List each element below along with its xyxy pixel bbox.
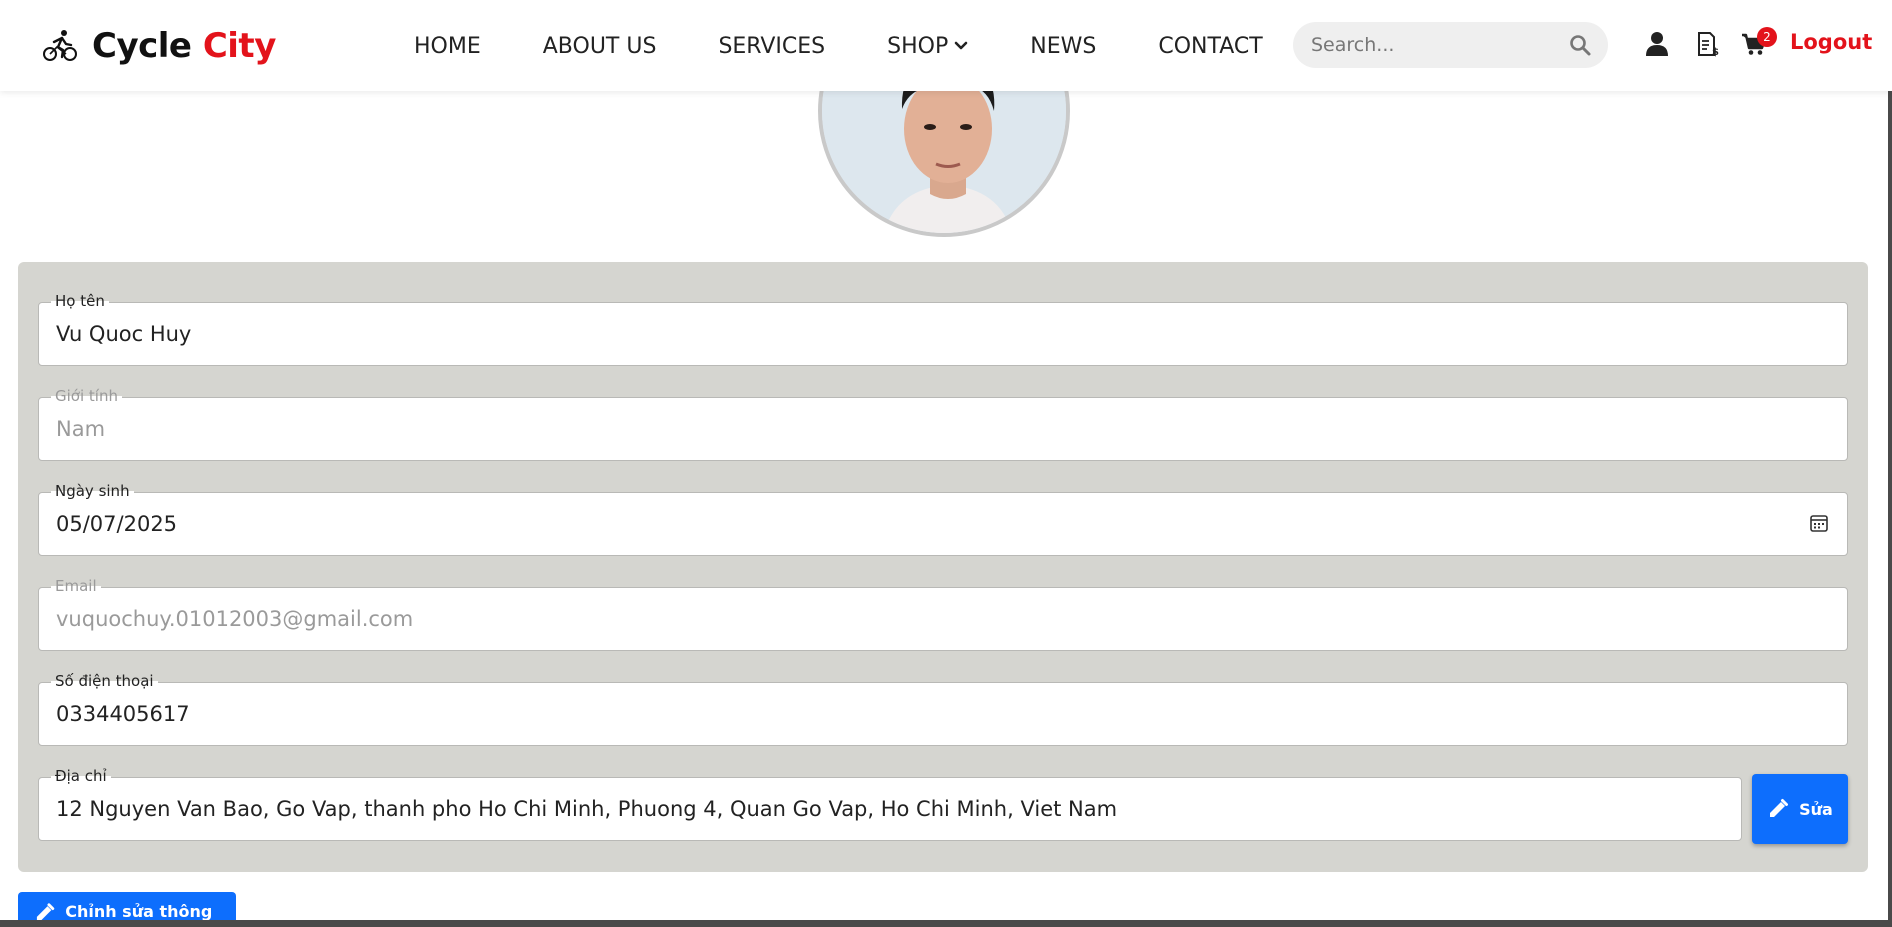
search-input[interactable]: [1311, 22, 1561, 68]
address-value: 12 Nguyen Van Bao, Go Vap, thanh pho Ho …: [56, 797, 1118, 821]
profile-form: Họ tên Vu Quoc Huy Giới tính Nam Ngày si…: [18, 262, 1868, 872]
nav-services[interactable]: SERVICES: [718, 34, 825, 59]
nav-about-us[interactable]: ABOUT US: [543, 34, 657, 59]
window-bottom-border: [0, 920, 1892, 927]
logout-link[interactable]: Logout: [1790, 30, 1872, 54]
calendar-icon[interactable]: [1809, 513, 1829, 533]
logo-word-cycle: Cycle: [92, 26, 192, 66]
edit-address-label: Sửa: [1799, 799, 1833, 819]
full-name-value: Vu Quoc Huy: [56, 322, 192, 346]
site-logo[interactable]: Cycle City: [42, 24, 276, 68]
nav-home[interactable]: HOME: [414, 34, 481, 59]
chevron-down-icon: [954, 41, 968, 50]
birthdate-value: 05/07/2025: [56, 512, 178, 536]
gender-field: Giới tính Nam: [38, 387, 1848, 461]
logo-text: Cycle City: [92, 26, 276, 66]
orders-button[interactable]: $: [1692, 28, 1724, 60]
search-icon[interactable]: [1568, 33, 1592, 57]
user-account-button[interactable]: [1641, 28, 1673, 60]
nav-contact[interactable]: CONTACT: [1158, 34, 1262, 59]
main-nav: HOME ABOUT US SERVICES SHOP NEWS CONTACT: [414, 28, 1263, 64]
page: Cycle City HOME ABOUT US SERVICES SHOP N…: [0, 0, 1892, 927]
email-value: vuquochuy.01012003@gmail.com: [56, 607, 414, 631]
birthdate-field[interactable]: Ngày sinh 05/07/2025: [38, 482, 1848, 556]
cyclist-icon: [43, 30, 77, 61]
gender-value: Nam: [56, 417, 106, 441]
edit-address-button[interactable]: Sửa: [1752, 774, 1848, 844]
window-right-border: [1888, 0, 1892, 927]
email-field: Email vuquochuy.01012003@gmail.com: [38, 577, 1848, 651]
nav-news[interactable]: NEWS: [1030, 34, 1096, 59]
full-name-field[interactable]: Họ tên Vu Quoc Huy: [38, 292, 1848, 366]
phone-value: 0334405617: [56, 702, 190, 726]
svg-text:$: $: [1712, 47, 1719, 57]
nav-shop-label: SHOP: [887, 33, 949, 59]
logo-word-city: City: [202, 26, 277, 66]
nav-shop[interactable]: SHOP: [887, 34, 968, 59]
user-icon: [1646, 32, 1668, 56]
address-field[interactable]: Địa chỉ 12 Nguyen Van Bao, Go Vap, thanh…: [38, 767, 1742, 841]
cart-count-badge: 2: [1757, 27, 1777, 47]
top-navbar: Cycle City HOME ABOUT US SERVICES SHOP N…: [0, 0, 1892, 91]
search-box: [1293, 22, 1608, 68]
phone-field[interactable]: Số điện thoại 0334405617: [38, 672, 1848, 746]
pencil-icon: [1770, 799, 1789, 817]
invoice-icon: $: [1698, 32, 1719, 57]
